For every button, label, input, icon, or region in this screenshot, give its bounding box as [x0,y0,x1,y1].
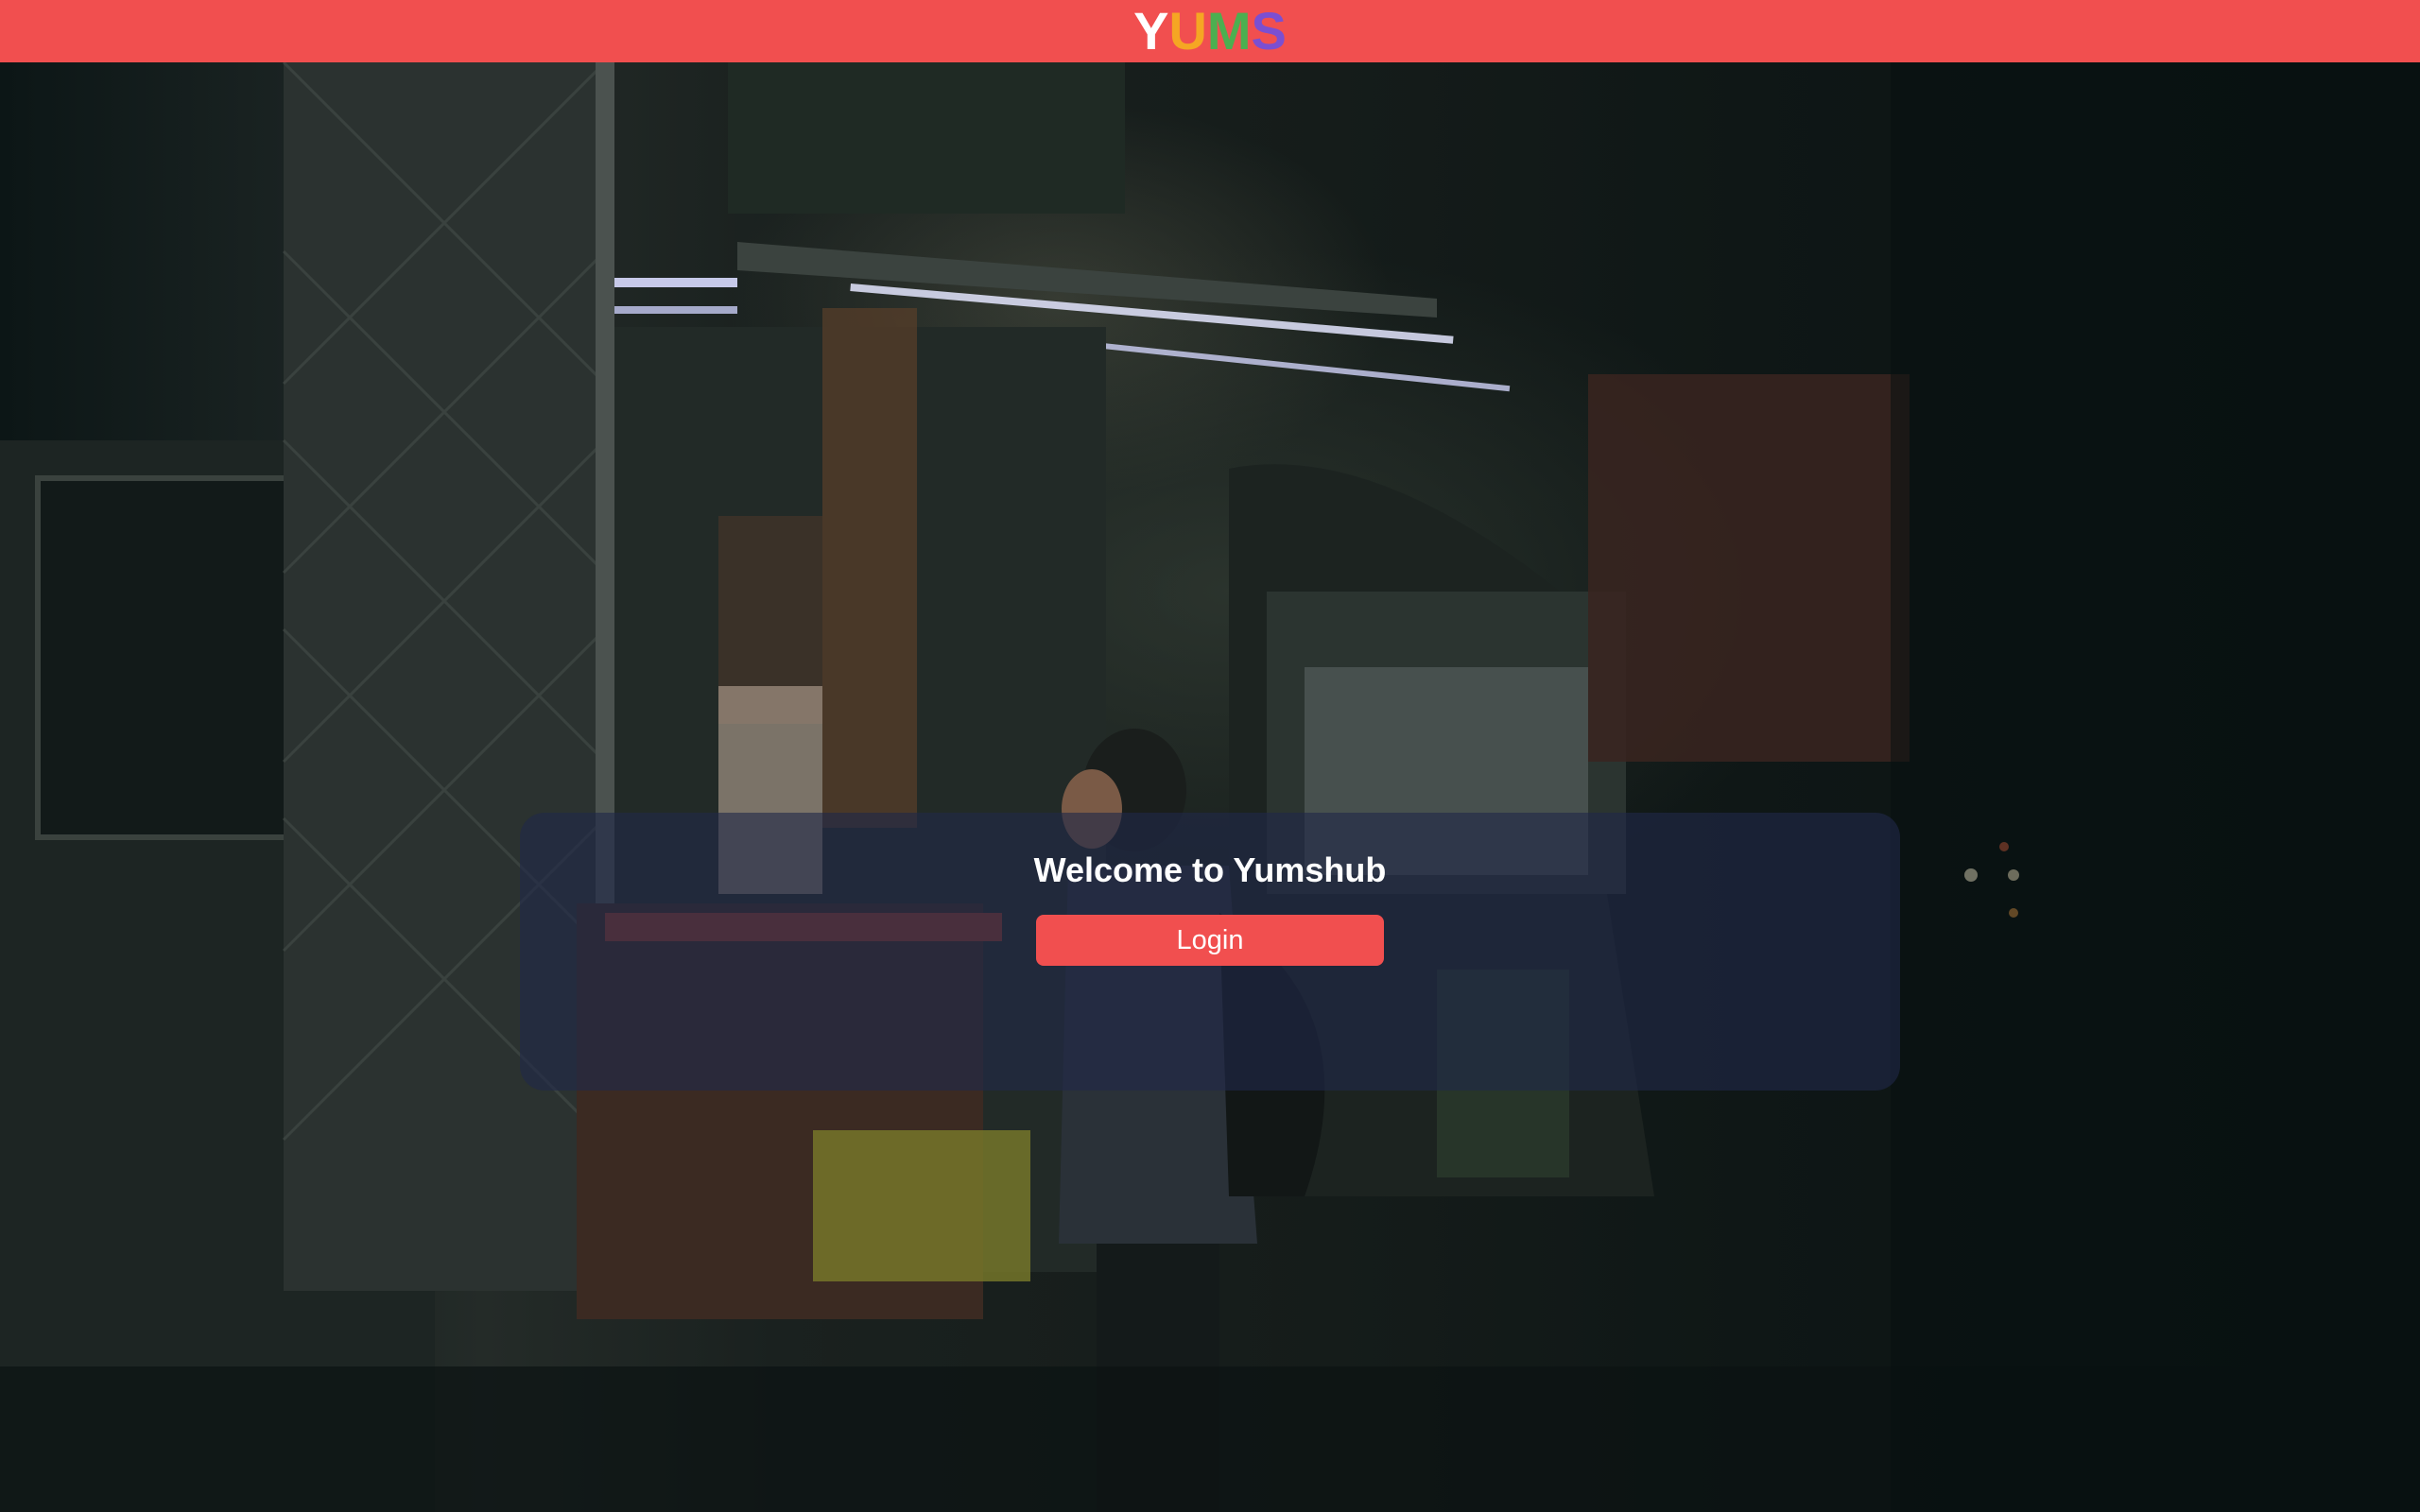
logo-letter-y: Y [1133,1,1169,60]
hero-background-photo [0,62,2420,1512]
welcome-title: Welcome to Yumshub [1033,850,1387,889]
yums-logo[interactable]: Y U M S [1133,5,1287,58]
top-bar: Y U M S [0,0,2420,62]
login-button[interactable]: Login [1036,915,1384,966]
food-truck-scene-illustration [0,62,2420,1512]
welcome-card: Welcome to Yumshub Login [520,813,1900,1091]
logo-letter-s: S [1251,1,1287,60]
logo-letter-u: U [1168,1,1207,60]
logo-letter-m: M [1206,1,1252,60]
